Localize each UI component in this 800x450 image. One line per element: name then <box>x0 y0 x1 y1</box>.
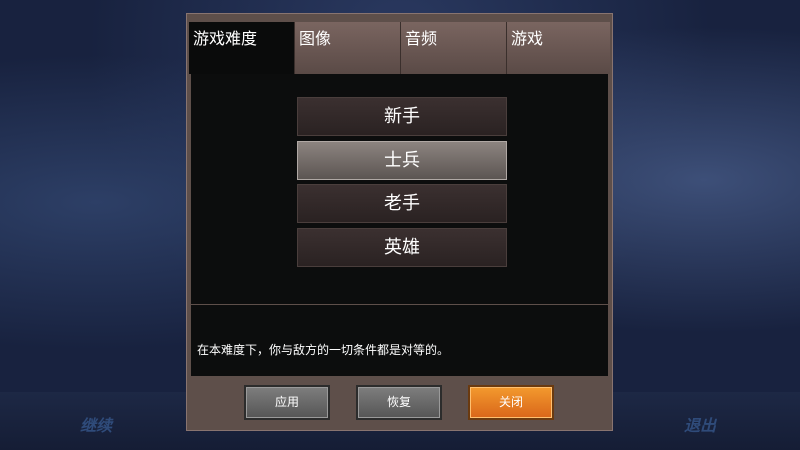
tab-audio[interactable]: 音频 <box>401 22 507 74</box>
tab-graphics[interactable]: 图像 <box>295 22 401 74</box>
restore-button[interactable]: 恢复 <box>356 385 442 420</box>
difficulty-option-novice[interactable]: 新手 <box>297 97 507 136</box>
apply-button[interactable]: 应用 <box>244 385 330 420</box>
description-panel: 在本难度下，你与敌方的一切条件都是对等的。 <box>191 305 608 376</box>
background-continue-label: 继续 <box>80 416 113 435</box>
settings-dialog: 游戏难度 图像 音频 游戏 新手 士兵 老手 英雄 在本难度下，你与敌方的一切条… <box>186 13 613 431</box>
settings-tabs: 游戏难度 图像 音频 游戏 <box>189 22 610 74</box>
background-quit-label: 退出 <box>684 416 717 435</box>
tab-game[interactable]: 游戏 <box>507 22 610 74</box>
close-button[interactable]: 关闭 <box>468 385 554 420</box>
difficulty-description: 在本难度下，你与敌方的一切条件都是对等的。 <box>197 343 450 357</box>
difficulty-option-hero[interactable]: 英雄 <box>297 228 507 267</box>
tab-difficulty[interactable]: 游戏难度 <box>189 22 295 74</box>
difficulty-panel: 新手 士兵 老手 英雄 <box>191 74 608 304</box>
difficulty-option-veteran[interactable]: 老手 <box>297 184 507 223</box>
difficulty-option-soldier[interactable]: 士兵 <box>297 141 507 180</box>
